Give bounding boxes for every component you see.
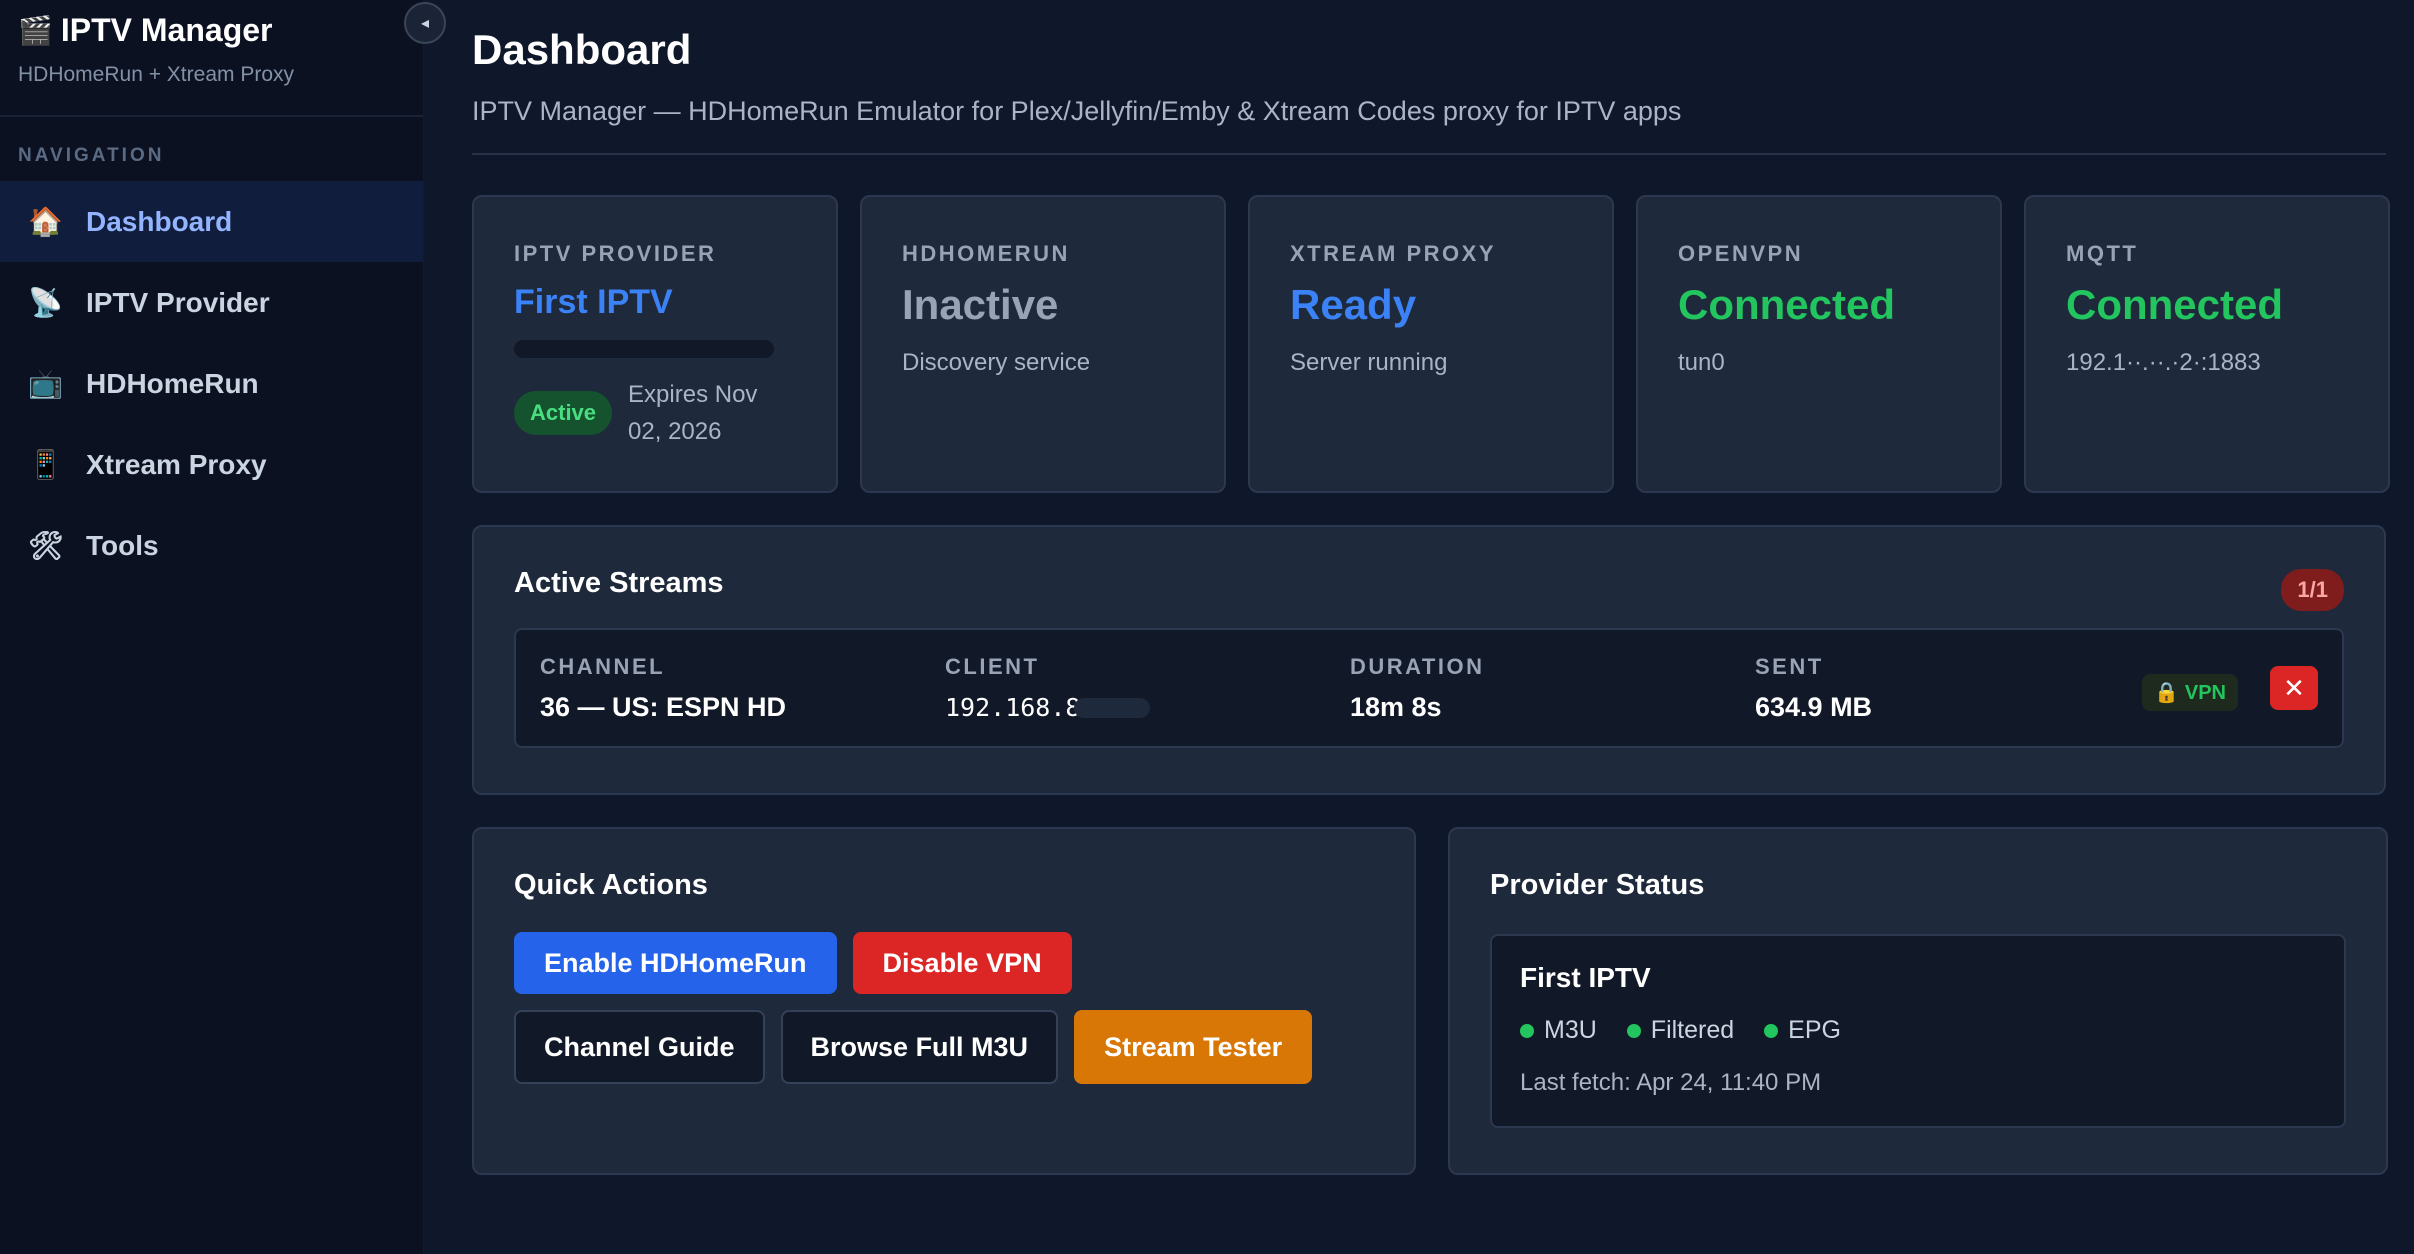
card-value: Ready <box>1290 281 1417 328</box>
panel-title: Quick Actions <box>514 869 708 901</box>
bottom-panels: Quick Actions Enable HDHomeRun Disable V… <box>472 827 2390 1175</box>
satellite-icon: 📡 <box>28 287 63 318</box>
redacted-text <box>514 340 774 358</box>
provider-status-panel: Provider Status First IPTV M3U Filtered … <box>1448 827 2388 1175</box>
status-dot-icon <box>1764 1023 1779 1038</box>
provider-tag-label: EPG <box>1788 1016 1841 1044</box>
provider-tag: Filtered <box>1626 1016 1735 1045</box>
app-title-text: IPTV Manager <box>60 12 273 48</box>
redacted-text <box>1074 698 1151 719</box>
panel-title: Active Streams <box>514 567 724 599</box>
sidebar-nav: 🏠 Dashboard 📡 IPTV Provider 📺 HDHomeRun … <box>0 181 423 586</box>
sidebar-item-hdhomerun[interactable]: 📺 HDHomeRun <box>0 343 423 424</box>
card-label: IPTV PROVIDER <box>514 241 717 266</box>
sidebar-item-tools[interactable]: 🛠 Tools <box>0 505 423 586</box>
app-root: 🎬 IPTV Manager HDHomeRun + Xtream Proxy … <box>0 0 2414 1254</box>
card-value: First IPTV <box>514 283 673 321</box>
provider-status-row: Active Expires Nov 02, 2026 <box>514 376 836 450</box>
column-label: DURATION <box>1350 653 1485 679</box>
stream-sent-col: SENT 634.9 MB <box>1755 654 2160 723</box>
stream-tester-button[interactable]: Stream Tester <box>1074 1010 1313 1084</box>
provider-tag-label: Filtered <box>1650 1016 1735 1044</box>
card-label: OPENVPN <box>1678 241 1804 266</box>
provider-tag-label: M3U <box>1544 1016 1597 1044</box>
sidebar-item-dashboard[interactable]: 🏠 Dashboard <box>0 181 423 262</box>
sidebar-item-label: Tools <box>86 529 159 561</box>
stream-row: CHANNEL 36 — US: ESPN HD CLIENT 192.168.… <box>514 628 2344 748</box>
card-iptv-provider: IPTV PROVIDER First IPTV Active Expires … <box>472 195 838 493</box>
column-label: SENT <box>1755 653 1824 679</box>
stream-sent: 634.9 MB <box>1755 691 1873 722</box>
sidebar-item-label: IPTV Provider <box>86 286 270 318</box>
status-dot-icon <box>1520 1023 1534 1038</box>
channel-guide-button[interactable]: Channel Guide <box>514 1010 765 1084</box>
status-cards: IPTV PROVIDER First IPTV Active Expires … <box>472 195 2390 493</box>
page-title: Dashboard <box>472 26 692 73</box>
header-divider <box>472 153 2386 155</box>
clapperboard-icon: 🎬 <box>18 15 53 46</box>
column-label: CLIENT <box>945 653 1040 679</box>
card-value: Connected <box>2066 281 2284 328</box>
stream-channel: 36 — US: ESPN HD <box>540 691 787 722</box>
television-icon: 📺 <box>28 368 63 399</box>
sidebar-item-iptv-provider[interactable]: 📡 IPTV Provider <box>0 262 423 343</box>
house-icon: 🏠 <box>28 206 63 237</box>
phone-icon: 📱 <box>28 449 63 480</box>
provider-name: First IPTV <box>1520 962 1651 993</box>
stop-stream-button[interactable]: ✕ <box>2270 666 2318 710</box>
active-streams-panel: Active Streams 1/1 CHANNEL 36 — US: ESPN… <box>472 525 2386 795</box>
nav-section-label: NAVIGATION <box>18 145 165 166</box>
disable-vpn-button[interactable]: Disable VPN <box>852 932 1072 994</box>
close-icon: ✕ <box>2283 672 2305 703</box>
main-content: Dashboard IPTV Manager — HDHomeRun Emula… <box>424 0 2414 1254</box>
status-badge: Active <box>514 391 613 435</box>
card-value: Connected <box>1678 281 1896 328</box>
expiry-date: Expires Nov 02, 2026 <box>628 381 758 445</box>
sidebar-item-xtream-proxy[interactable]: 📱 Xtream Proxy <box>0 424 423 505</box>
stream-client-cell: 192.168.8 <box>945 692 1350 723</box>
card-label: MQTT <box>2066 241 2139 266</box>
quick-actions-panel: Quick Actions Enable HDHomeRun Disable V… <box>472 827 1416 1175</box>
card-hdhomerun: HDHOMERUN Inactive Discovery service <box>860 195 1226 493</box>
card-sub: Discovery service <box>902 349 1091 376</box>
provider-status-item: First IPTV M3U Filtered EPG Last fetch: … <box>1490 934 2346 1128</box>
card-sub: tun0 <box>1678 349 1725 376</box>
app-title: 🎬 IPTV Manager <box>18 12 405 49</box>
status-dot-icon <box>1626 1023 1641 1038</box>
brand: 🎬 IPTV Manager HDHomeRun + Xtream Proxy <box>0 0 423 117</box>
enable-hdhomerun-button[interactable]: Enable HDHomeRun <box>514 932 837 994</box>
stream-client-col: CLIENT 192.168.8 <box>945 654 1350 723</box>
column-label: CHANNEL <box>540 653 666 679</box>
card-mqtt: MQTT Connected 192.1··.··.·2·:1883 <box>2024 195 2390 493</box>
stream-duration-col: DURATION 18m 8s <box>1350 654 1755 723</box>
browse-full-m3u-button[interactable]: Browse Full M3U <box>780 1010 1059 1084</box>
tools-icon: 🛠 <box>28 530 64 561</box>
sidebar-collapse-button[interactable]: ◂ <box>404 2 446 44</box>
stream-count-badge: 1/1 <box>2281 569 2344 611</box>
card-sub: 192.1··.··.·2·:1883 <box>2066 349 2261 376</box>
last-fetch-time: Last fetch: Apr 24, 11:40 PM <box>1520 1069 1822 1096</box>
card-value: Inactive <box>902 281 1059 328</box>
provider-tag: EPG <box>1764 1016 1841 1045</box>
provider-tag: M3U <box>1520 1016 1597 1045</box>
card-xtream-proxy: XTREAM PROXY Ready Server running <box>1248 195 1614 493</box>
provider-tags: M3U Filtered EPG <box>1520 1016 2316 1045</box>
vpn-badge: 🔒 VPN <box>2142 674 2238 711</box>
card-openvpn: OPENVPN Connected tun0 <box>1636 195 2002 493</box>
app-subtitle: HDHomeRun + Xtream Proxy <box>18 63 295 86</box>
card-sub: Server running <box>1290 349 1448 376</box>
stream-channel-col: CHANNEL 36 — US: ESPN HD <box>540 654 945 723</box>
card-label: HDHOMERUN <box>902 241 1070 266</box>
sidebar-item-label: Xtream Proxy <box>86 448 267 480</box>
sidebar: 🎬 IPTV Manager HDHomeRun + Xtream Proxy … <box>0 0 446 1254</box>
stream-duration: 18m 8s <box>1350 691 1442 722</box>
page-subtitle: IPTV Manager — HDHomeRun Emulator for Pl… <box>472 96 1682 126</box>
stream-client: 192.168.8 <box>945 692 1081 722</box>
card-label: XTREAM PROXY <box>1290 241 1497 266</box>
panel-title: Provider Status <box>1490 869 1705 901</box>
chevron-left-icon: ◂ <box>420 15 430 32</box>
sidebar-item-label: Dashboard <box>86 205 233 237</box>
sidebar-item-label: HDHomeRun <box>86 367 259 399</box>
quick-actions-buttons: Enable HDHomeRun Disable VPN Channel Gui… <box>514 932 1314 1084</box>
